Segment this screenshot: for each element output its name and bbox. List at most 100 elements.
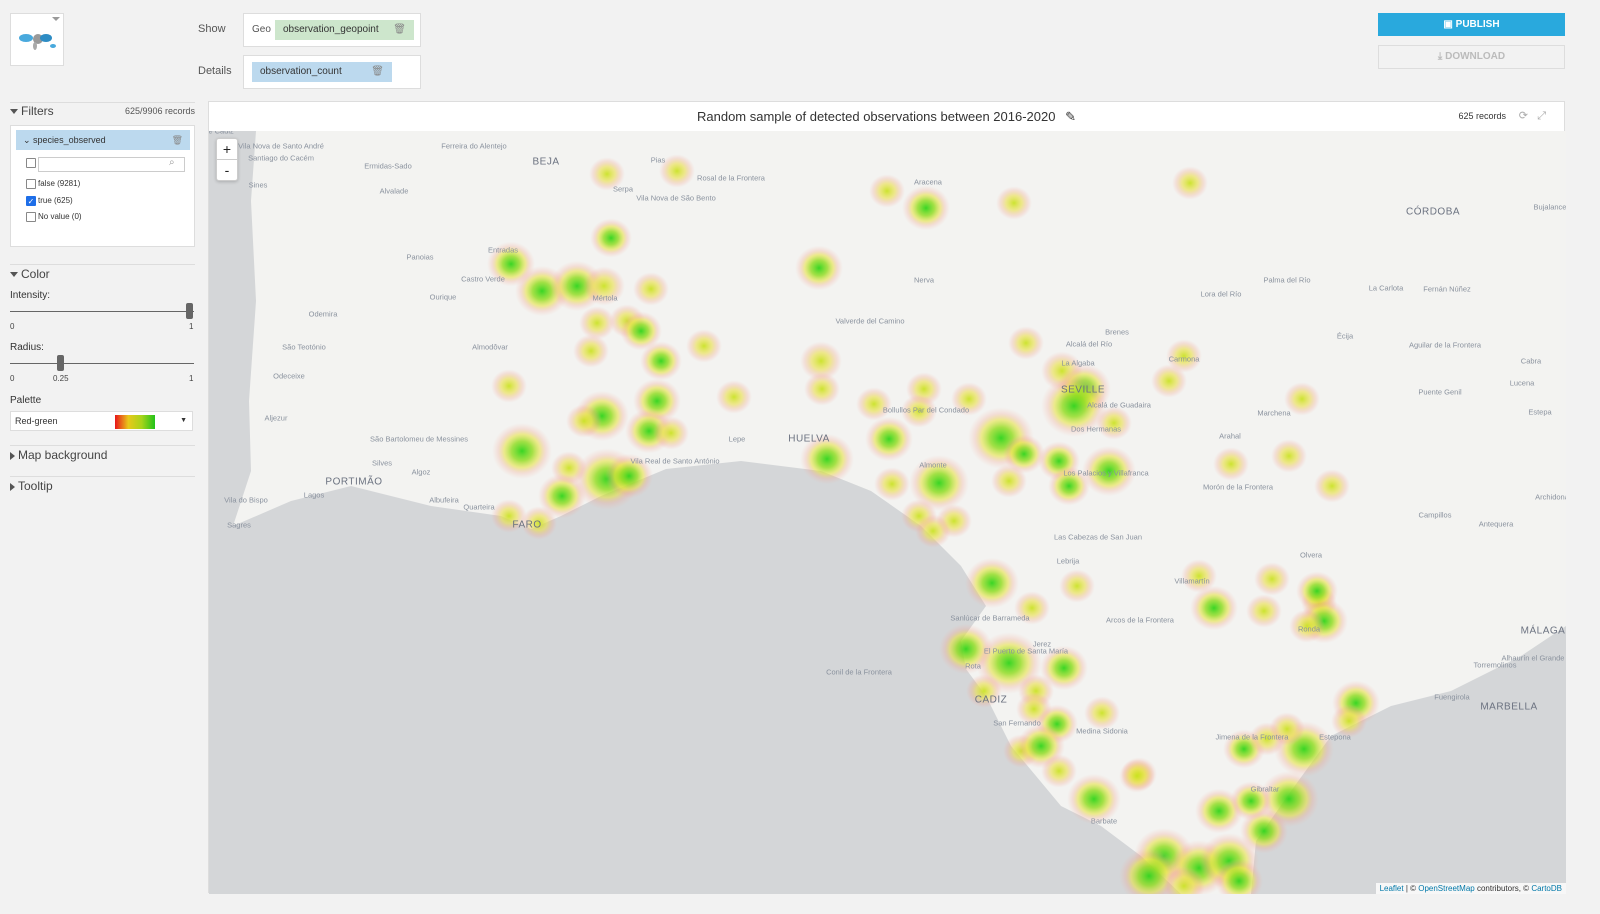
details-field-pill[interactable]: observation_count 🗑 — [252, 62, 392, 82]
publish-icon: ▣ — [1443, 19, 1456, 30]
place-label: Lucena — [1509, 378, 1535, 388]
place-label: BEJA — [532, 156, 560, 168]
map-background-title: Map background — [18, 448, 108, 462]
place-label: Odeceixe — [273, 371, 305, 381]
carto-link[interactable]: CartoDB — [1531, 884, 1562, 893]
zoom-out-button[interactable]: - — [217, 160, 237, 181]
radius-label: Radius: — [10, 342, 44, 353]
heat-spot — [1172, 166, 1208, 200]
heat-spot — [640, 341, 682, 381]
place-label: CADIZ — [974, 694, 1008, 706]
chart-title[interactable]: Random sample of detected observations b… — [697, 109, 1055, 124]
heat-spot — [902, 185, 950, 231]
attr-text: contributors, © — [1474, 884, 1532, 893]
download-button[interactable]: ⤓ DOWNLOAD — [1378, 45, 1565, 69]
heat-spot — [566, 404, 602, 438]
caret-right-icon — [10, 482, 15, 491]
radius-handle[interactable] — [57, 355, 64, 371]
heat-spot — [633, 272, 669, 306]
pencil-icon[interactable]: ✎ — [1065, 109, 1076, 124]
place-label: La Carlota — [1368, 283, 1404, 293]
place-label: Villamartín — [1174, 576, 1210, 586]
tooltip-section[interactable]: Tooltip — [10, 476, 195, 493]
caret-down-icon — [10, 109, 18, 115]
facet-search-input[interactable] — [38, 157, 185, 172]
palette-select[interactable]: Red-green ▼ — [10, 411, 193, 431]
zoom-in-button[interactable]: + — [217, 139, 237, 160]
place-label: HUELVA — [788, 433, 830, 445]
filters-record-count: 625/9906 records — [124, 106, 195, 116]
palette-label: Palette — [10, 395, 42, 406]
chevron-down-icon: ⌄ — [23, 135, 34, 145]
facet-header[interactable]: ⌄ species_observed 🗑 — [16, 130, 190, 150]
download-icon: ⤓ — [1437, 51, 1446, 62]
option-label: true (625) — [38, 196, 73, 206]
trash-icon[interactable]: 🗑 — [371, 62, 384, 82]
intensity-max: 1 — [189, 322, 194, 331]
heat-spot — [653, 416, 689, 450]
place-label: Aguilar de la Frontera — [1408, 340, 1482, 350]
attr-text: | © — [1403, 884, 1419, 893]
place-label: Vila Real de Santo António — [630, 456, 720, 466]
place-label: MÁLAGA — [1520, 625, 1566, 637]
publish-button[interactable]: ▣ PUBLISH — [1378, 13, 1565, 36]
filters-toggle[interactable]: Filters — [10, 104, 54, 118]
place-label: Sanlúcar de Barrameda — [950, 613, 1030, 623]
details-dropzone[interactable]: observation_count 🗑 — [243, 55, 421, 89]
heat-spot — [1096, 406, 1132, 440]
trash-icon[interactable]: 🗑 — [172, 130, 183, 150]
show-label: Show — [198, 23, 226, 35]
geo-dropzone[interactable]: Geo observation_geopoint 🗑 — [243, 13, 421, 47]
place-label: Ferreira do Alentejo — [441, 141, 507, 151]
option-label: false (9281) — [38, 179, 81, 189]
checkbox-checked[interactable]: ✓ — [26, 196, 36, 206]
place-label: Silves — [371, 458, 393, 468]
place-label: Estepona — [1319, 732, 1351, 742]
expand-icon[interactable]: ⤢ — [1537, 102, 1546, 131]
osm-link[interactable]: OpenStreetMap — [1418, 884, 1474, 893]
leaflet-link[interactable]: Leaflet — [1380, 884, 1404, 893]
facet-option[interactable]: ✓ true (625) — [26, 196, 73, 206]
chart-type-selector[interactable] — [10, 13, 64, 66]
place-label: Albufeira — [429, 495, 459, 505]
intensity-slider[interactable] — [10, 303, 194, 319]
map-layer — [209, 131, 1566, 894]
heat-spot — [965, 557, 1019, 609]
radius-slider[interactable] — [10, 355, 194, 371]
heat-spot — [1190, 585, 1238, 631]
place-label: Brenes — [1105, 327, 1129, 337]
heatmap[interactable]: Vila Nova de Santo André Santiago do Cacé… — [209, 131, 1566, 894]
color-toggle[interactable]: Color — [10, 267, 50, 281]
place-label: Algoz — [411, 467, 431, 477]
heat-spot — [1119, 759, 1155, 793]
checkbox[interactable] — [26, 179, 36, 189]
refresh-icon[interactable]: ⟳ — [1519, 102, 1528, 131]
place-label: Vila Nova de São Bento — [636, 193, 716, 203]
atlantic-ocean — [209, 131, 1181, 894]
place-label: Carmona — [1168, 354, 1200, 364]
place-label: El Puerto de Santa María — [983, 646, 1069, 656]
heat-spot — [579, 306, 615, 340]
geo-field-pill[interactable]: observation_geopoint 🗑 — [275, 20, 414, 40]
intensity-handle[interactable] — [186, 303, 193, 319]
place-label: Bollullos Par del Condado — [882, 405, 970, 415]
place-label: FARO — [512, 519, 542, 531]
place-label: PORTIMÃO — [325, 476, 383, 488]
map-background-section[interactable]: Map background — [10, 445, 195, 462]
checkbox[interactable] — [26, 212, 36, 222]
place-label: Mértola — [592, 293, 618, 303]
search-icon: ⌕ — [169, 157, 175, 168]
place-label: Serpa — [612, 184, 634, 194]
place-label: Panoias — [406, 252, 434, 262]
intensity-label: Intensity: — [10, 290, 51, 301]
select-all-checkbox[interactable] — [26, 158, 36, 168]
place-label: Lebrija — [1056, 556, 1080, 566]
trash-icon[interactable]: 🗑 — [393, 20, 406, 40]
heat-spot — [1008, 326, 1044, 360]
facet-option[interactable]: No value (0) — [26, 212, 82, 222]
heat-spot — [915, 514, 951, 548]
heat-spot — [869, 174, 905, 208]
facet-option[interactable]: false (9281) — [26, 179, 80, 189]
place-label: Aracena — [914, 177, 942, 187]
zoom-control: + - — [216, 138, 238, 181]
